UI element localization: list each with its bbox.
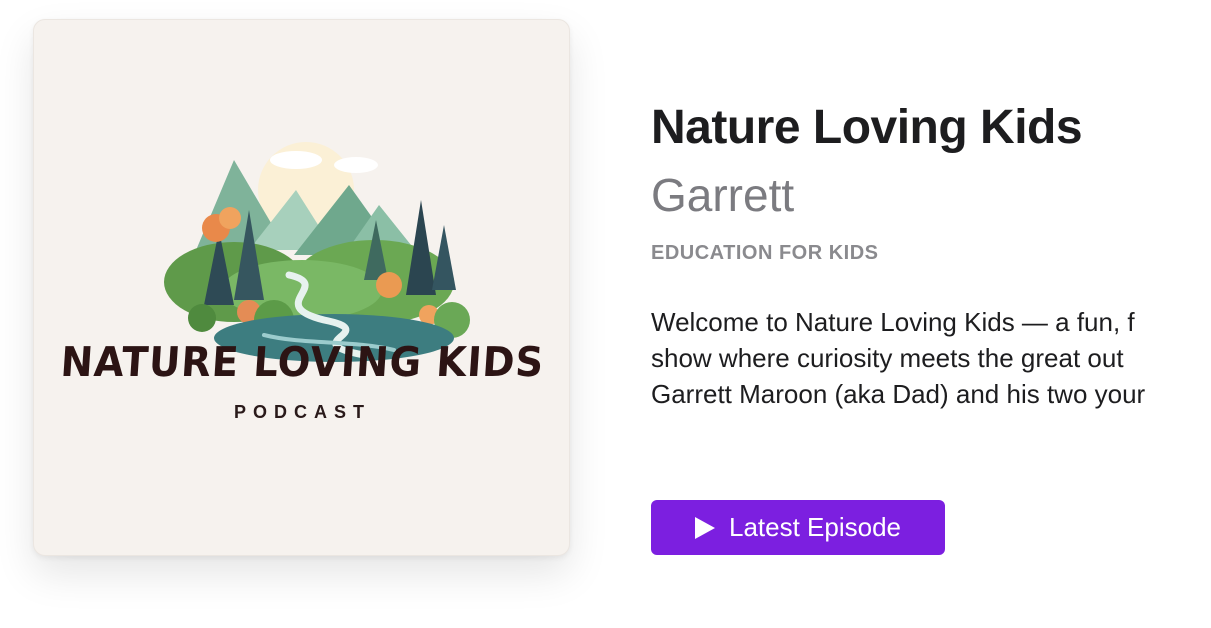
play-icon [694,516,715,539]
latest-episode-label: Latest Episode [728,512,901,542]
description-line: Welcome to Nature Loving Kids — a fun, f [651,307,1135,337]
latest-episode-button[interactable]: Latest Episode [651,500,945,555]
artwork-subtitle: PODCAST [233,402,371,422]
podcast-description: Welcome to Nature Loving Kids — a fun, f… [651,304,1211,412]
description-line: Garrett Maroon (aka Dad) and his two you… [651,379,1146,409]
podcast-category[interactable]: EDUCATION FOR KIDS [651,242,879,265]
forest-landscape-illustration [164,142,470,362]
description-line: show where curiosity meets the great out [651,343,1124,373]
podcast-author[interactable]: Garrett [651,168,794,222]
podcast-page: NATURE LOVING KIDS PODCAST Nature Loving… [0,0,1211,628]
podcast-artwork[interactable]: NATURE LOVING KIDS PODCAST [33,19,570,556]
artwork-title: NATURE LOVING KIDS [59,338,546,386]
podcast-title: Nature Loving Kids [651,101,1083,154]
